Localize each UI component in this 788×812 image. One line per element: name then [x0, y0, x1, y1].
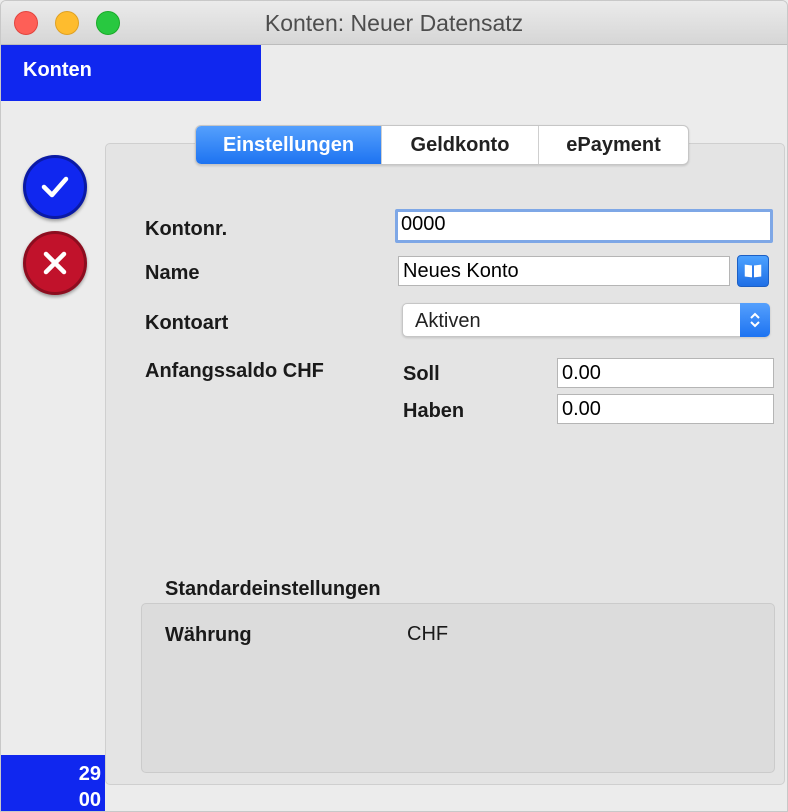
tab-einstellungen[interactable]: Einstellungen: [196, 126, 382, 164]
tab-geldkonto[interactable]: Geldkonto: [382, 126, 539, 164]
window-title: Konten: Neuer Datensatz: [264, 10, 524, 36]
cancel-button[interactable]: [23, 231, 87, 295]
checkmark-icon: [41, 176, 69, 198]
name-lookup-button[interactable]: [737, 255, 769, 287]
soll-input[interactable]: 0.00: [557, 358, 774, 388]
haben-input[interactable]: 0.00: [557, 394, 774, 424]
counter-line-2: 00: [78, 789, 101, 811]
name-label: Name: [145, 262, 200, 284]
haben-label: Haben: [403, 400, 465, 422]
waehrung-label: Währung: [165, 624, 252, 646]
title-bar[interactable]: Konten: Neuer Datensatz: [1, 1, 787, 45]
waehrung-value: CHF: [407, 623, 449, 645]
tab-epayment[interactable]: ePayment: [539, 126, 688, 164]
kontonr-input[interactable]: 0000: [395, 209, 773, 243]
book-icon: [744, 264, 762, 279]
kontoart-label: Kontoart: [145, 312, 229, 334]
anfangssaldo-label: Anfangssaldo CHF: [145, 360, 324, 382]
name-input[interactable]: Neues Konto: [398, 256, 730, 286]
app-window: Konten: Neuer Datensatz Konten 29 00 Ein…: [0, 0, 788, 812]
close-x-icon: [43, 251, 67, 275]
standard-settings-title: Standardeinstellungen: [165, 578, 381, 600]
record-counter: 29 00: [1, 755, 105, 811]
kontoart-selected-value: Aktiven: [415, 310, 481, 332]
module-title: Konten: [1, 45, 261, 101]
up-down-chevron-icon: [740, 303, 770, 337]
save-button[interactable]: [23, 155, 87, 219]
kontoart-select[interactable]: Aktiven: [402, 303, 770, 337]
counter-line-1: 29: [78, 763, 101, 785]
soll-label: Soll: [403, 363, 440, 385]
kontonr-label: Kontonr.: [145, 218, 228, 240]
tab-bar: Einstellungen Geldkonto ePayment: [195, 125, 689, 165]
